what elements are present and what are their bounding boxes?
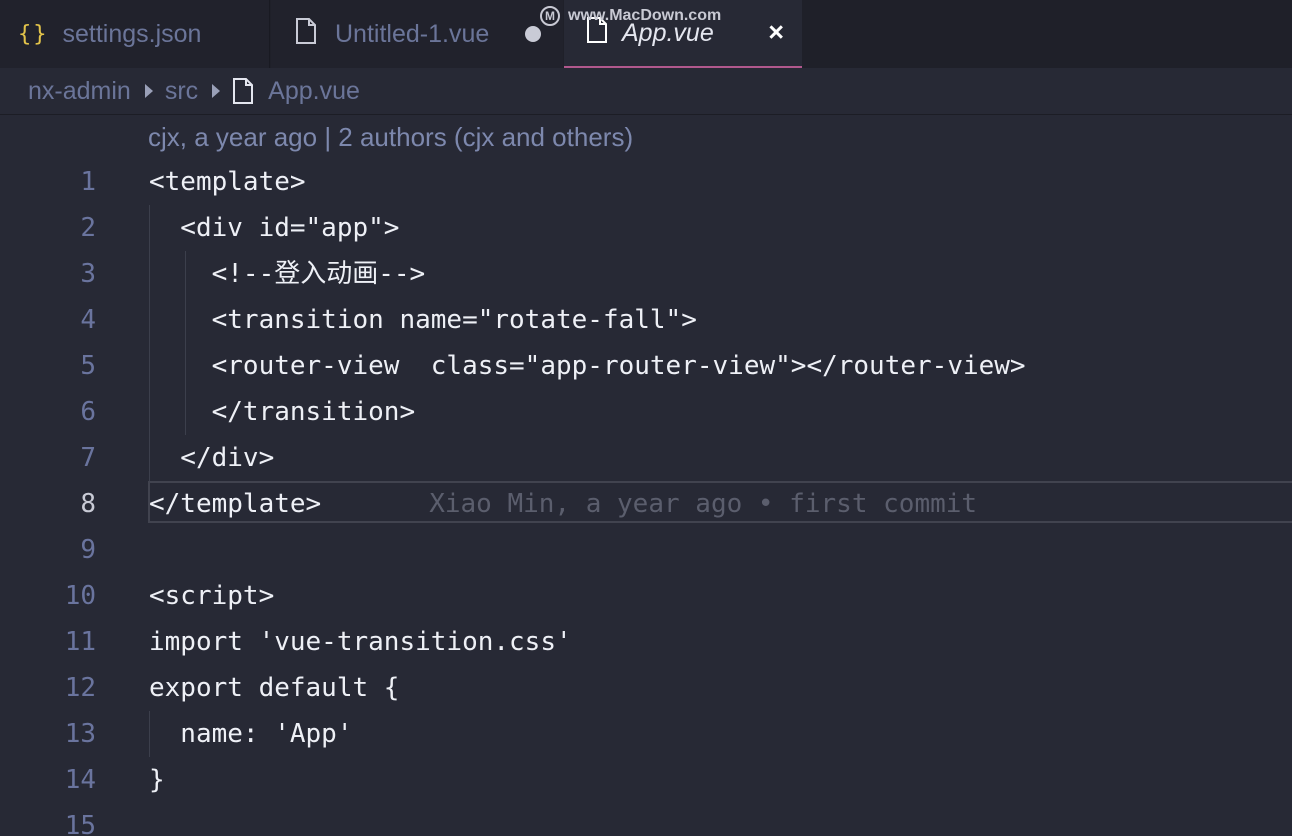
code-line[interactable]: 11 import 'vue-transition.css' <box>0 619 1292 665</box>
code-text-content: </template> <box>149 489 322 519</box>
code-line[interactable]: 6 </transition> <box>0 389 1292 435</box>
git-blame-annotation: Xiao Min, a year ago • first commit <box>429 489 978 519</box>
code-text: <transition name="rotate-fall"> <box>149 305 697 335</box>
chevron-right-icon <box>212 84 221 98</box>
file-icon <box>295 17 317 51</box>
line-number: 5 <box>80 351 96 381</box>
json-braces-icon: {} <box>18 21 49 47</box>
unsaved-dot-icon[interactable] <box>525 26 541 42</box>
code-line[interactable]: 10 <script> <box>0 573 1292 619</box>
line-number: 7 <box>80 443 96 473</box>
line-number: 13 <box>64 719 96 749</box>
line-number: 8 <box>80 489 96 519</box>
watermark: M www.MacDown.com <box>540 6 721 26</box>
line-number: 10 <box>64 581 96 611</box>
watermark-text: www.MacDown.com <box>568 7 722 24</box>
close-icon[interactable]: × <box>768 17 784 48</box>
code-line[interactable]: 3 <!--登入动画--> <box>0 251 1292 297</box>
tab-label: settings.json <box>62 19 202 48</box>
code-text: } <box>149 765 165 795</box>
line-number: 3 <box>80 259 96 289</box>
macdown-logo-icon: M <box>540 6 560 26</box>
code-text: import 'vue-transition.css' <box>149 627 572 657</box>
code-text: </template> Xiao Min, a year ago • first … <box>149 481 977 527</box>
line-number: 12 <box>64 673 96 703</box>
code-text: <div id="app"> <box>149 213 400 243</box>
code-line[interactable]: 13 name: 'App' <box>0 711 1292 757</box>
code-text: <template> <box>149 167 306 197</box>
tab-label: Untitled-1.vue <box>335 19 490 48</box>
line-number: 1 <box>80 167 96 197</box>
chevron-right-icon <box>144 84 153 98</box>
code-text: name: 'App' <box>149 719 353 749</box>
line-number: 4 <box>80 305 96 335</box>
code-line[interactable]: 15 <box>0 803 1292 836</box>
code-line-active[interactable]: 8 </template> Xiao Min, a year ago • firs… <box>0 481 1292 527</box>
breadcrumb-src[interactable]: src <box>165 77 198 106</box>
file-icon <box>232 78 254 104</box>
git-codelens[interactable]: cjx, a year ago | 2 authors (cjx and oth… <box>148 122 633 153</box>
code-text: <!--登入动画--> <box>149 259 426 289</box>
line-number: 14 <box>64 765 96 795</box>
line-number: 9 <box>80 535 96 565</box>
tab-settings-json[interactable]: {} settings.json <box>0 0 270 68</box>
tab-bar: {} settings.json Untitled-1.vue App.vue … <box>0 0 1292 68</box>
code-text: <router-view class="app-router-view"></r… <box>149 351 1026 381</box>
breadcrumb-nx-admin[interactable]: nx-admin <box>28 77 131 106</box>
line-number: 6 <box>80 397 96 427</box>
code-line[interactable]: 4 <transition name="rotate-fall"> <box>0 297 1292 343</box>
code-line[interactable]: 9 <box>0 527 1292 573</box>
code-line[interactable]: 7 </div> <box>0 435 1292 481</box>
line-number: 2 <box>80 213 96 243</box>
tab-untitled-1-vue[interactable]: Untitled-1.vue <box>271 0 563 68</box>
code-line[interactable]: 12 export default { <box>0 665 1292 711</box>
code-text: </div> <box>149 443 275 473</box>
breadcrumb: nx-admin src App.vue <box>0 68 1292 115</box>
code-line[interactable]: 1 <template> <box>0 159 1292 205</box>
code-line[interactable]: 2 <div id="app"> <box>0 205 1292 251</box>
breadcrumb-app-vue[interactable]: App.vue <box>268 77 360 106</box>
code-line[interactable]: 5 <router-view class="app-router-view"><… <box>0 343 1292 389</box>
code-text: <script> <box>149 581 275 611</box>
line-number: 11 <box>64 627 96 657</box>
line-number: 15 <box>64 811 96 836</box>
code-text: export default { <box>149 673 400 703</box>
code-line[interactable]: 14 } <box>0 757 1292 803</box>
code-text: </transition> <box>149 397 416 427</box>
